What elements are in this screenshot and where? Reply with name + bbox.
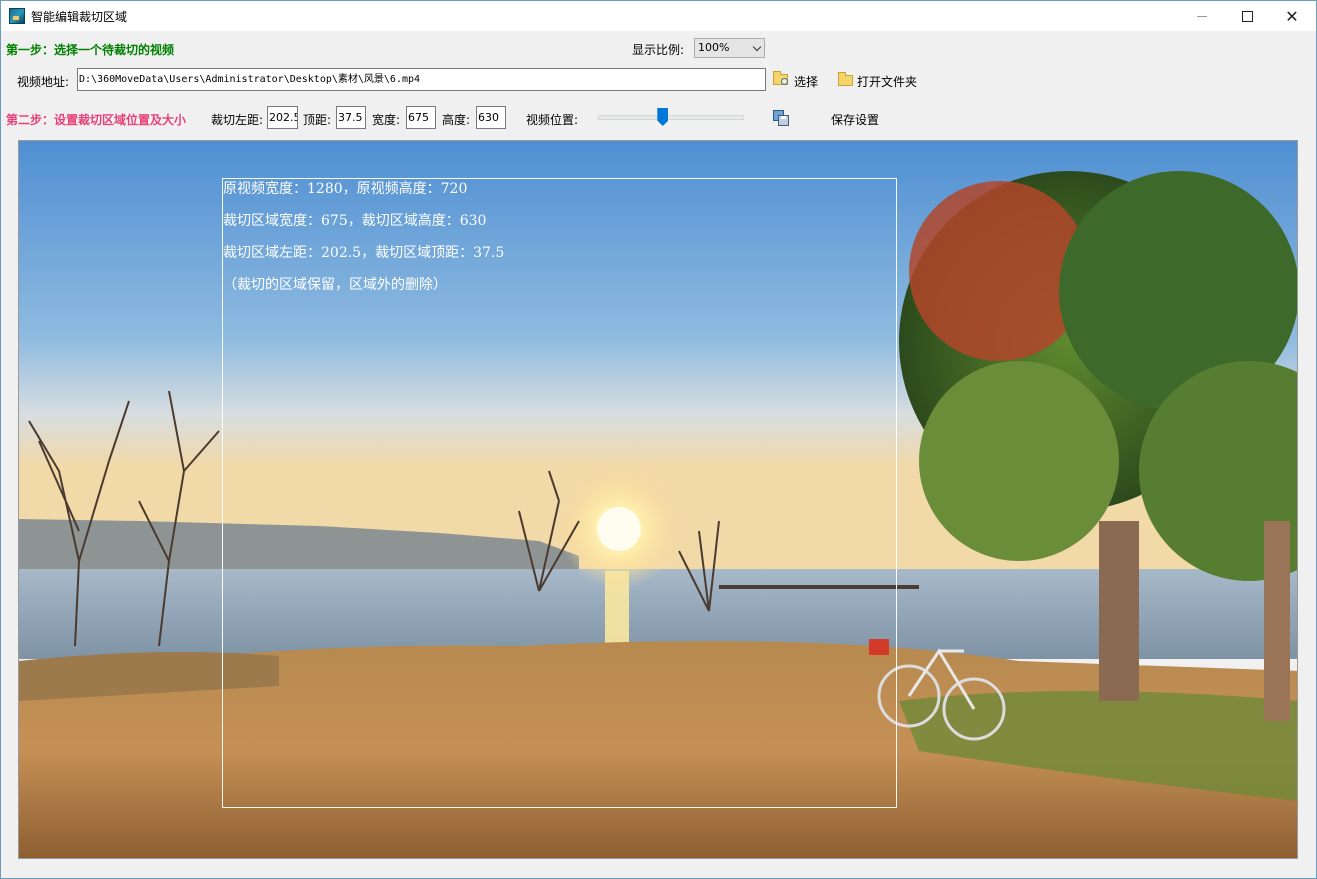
step2-label: 第二步：设置裁切区域位置及大小: [6, 113, 187, 127]
info-line-crop-note: （裁切的区域保留，区域外的删除）: [223, 277, 447, 293]
video-address-input[interactable]: D:\360MoveData\Users\Administrator\Deskt…: [77, 68, 766, 91]
app-icon: [9, 8, 25, 24]
crop-left-label: 裁切左距:: [211, 113, 264, 127]
crop-top-label: 顶距:: [303, 113, 332, 127]
minimize-button[interactable]: [1179, 1, 1225, 31]
close-icon: ✕: [1285, 6, 1299, 26]
window-title: 智能编辑裁切区域: [31, 10, 128, 24]
crop-top-input[interactable]: 37.5: [336, 106, 366, 129]
video-preview[interactable]: 原视频宽度：1280，原视频高度：720 裁切区域宽度：675，裁切区域高度：6…: [18, 140, 1298, 859]
crop-height-input[interactable]: 630: [476, 106, 506, 129]
info-line-crop-size: 裁切区域宽度：675，裁切区域高度：630: [223, 213, 487, 229]
save-settings-icon[interactable]: [773, 110, 789, 126]
close-button[interactable]: ✕: [1269, 1, 1315, 31]
minimize-icon: [1197, 15, 1207, 17]
info-line-crop-offset: 裁切区域左距：202.5，裁切区域顶距：37.5: [223, 245, 505, 261]
video-position-slider[interactable]: [598, 115, 744, 120]
video-position-label: 视频位置:: [526, 113, 579, 127]
display-ratio-label: 显示比例:: [632, 43, 685, 57]
video-address-label: 视频地址:: [17, 75, 70, 89]
display-ratio-value: 100%: [698, 41, 730, 54]
folder-search-icon[interactable]: [773, 71, 788, 85]
crop-width-label: 宽度:: [372, 113, 401, 127]
maximize-icon: [1241, 10, 1253, 22]
folder-icon[interactable]: [838, 72, 853, 86]
chevron-down-icon: [752, 42, 762, 52]
crop-left-input[interactable]: 202.5: [267, 106, 298, 129]
save-settings-button[interactable]: 保存设置: [831, 111, 879, 128]
video-position-thumb[interactable]: [657, 108, 669, 126]
display-ratio-select[interactable]: 100%: [694, 38, 765, 58]
app-window: 智能编辑裁切区域 ✕ 第一步：选择一个待裁切的视频 显示比例: 100% 视频地…: [0, 0, 1317, 879]
maximize-button[interactable]: [1224, 1, 1270, 31]
info-line-video-size: 原视频宽度：1280，原视频高度：720: [223, 181, 468, 197]
open-folder-button[interactable]: 打开文件夹: [857, 73, 917, 90]
title-bar: 智能编辑裁切区域 ✕: [1, 1, 1316, 31]
crop-height-label: 高度:: [442, 113, 471, 127]
select-button[interactable]: 选择: [794, 73, 818, 90]
crop-region-rectangle[interactable]: [222, 178, 897, 808]
step1-label: 第一步：选择一个待裁切的视频: [6, 43, 175, 57]
crop-width-input[interactable]: 675: [406, 106, 436, 129]
